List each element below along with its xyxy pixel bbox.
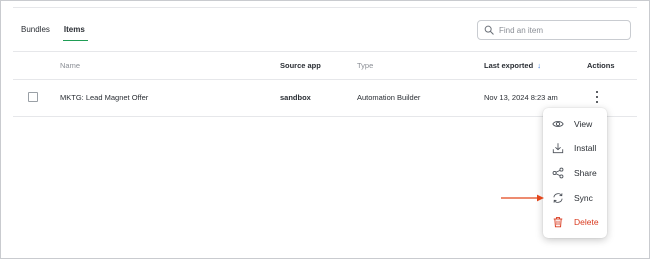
search-box[interactable] [477,20,631,40]
menu-item-delete[interactable]: Delete [543,210,607,234]
row-source-app: sandbox [280,93,311,102]
search-input[interactable] [499,25,619,35]
column-header-actions: Actions [587,61,615,70]
menu-item-install[interactable]: Install [543,136,607,160]
download-icon [552,143,564,154]
kebab-dot [596,96,598,98]
menu-item-install-label: Install [574,143,597,153]
row-actions-menu: View Install Share Sync Delete [543,108,607,238]
menu-item-share[interactable]: Share [543,161,607,185]
header-divider-top [13,51,637,52]
sync-icon [553,193,563,203]
kebab-dot [596,91,598,93]
menu-item-sync-label: Sync [574,193,593,203]
column-header-last-exported[interactable]: Last exported ↓ [484,61,541,71]
trash-icon [553,217,563,228]
menu-item-sync[interactable]: Sync [543,186,607,210]
menu-item-share-label: Share [574,168,597,178]
column-header-type[interactable]: Type [357,61,373,71]
menu-item-delete-label: Delete [574,217,599,227]
search-icon [484,25,494,35]
row-last-exported: Nov 13, 2024 8:23 am [484,93,558,102]
row-actions-menu-button[interactable] [592,90,602,104]
tab-bar: Bundles Items [21,23,88,41]
annotation-arrow-icon [501,194,544,202]
column-header-source-app[interactable]: Source app [280,61,321,71]
header-divider-bottom [13,79,637,80]
tab-bundles[interactable]: Bundles [21,23,50,41]
eye-icon [552,121,564,127]
sort-descending-icon: ↓ [537,61,541,70]
row-checkbox[interactable] [28,92,38,102]
app-panel: Bundles Items Name Source app Type Last … [0,0,650,259]
menu-item-view[interactable]: View [543,112,607,136]
row-type: Automation Builder [357,93,421,102]
share-icon [552,167,564,179]
tab-items[interactable]: Items [62,23,88,41]
column-header-last-exported-label: Last exported [484,61,534,70]
top-divider [13,7,637,8]
menu-item-view-label: View [574,119,593,129]
column-header-name[interactable]: Name [60,61,80,71]
kebab-dot [596,101,598,103]
row-name[interactable]: MKTG: Lead Magnet Offer [60,93,148,103]
